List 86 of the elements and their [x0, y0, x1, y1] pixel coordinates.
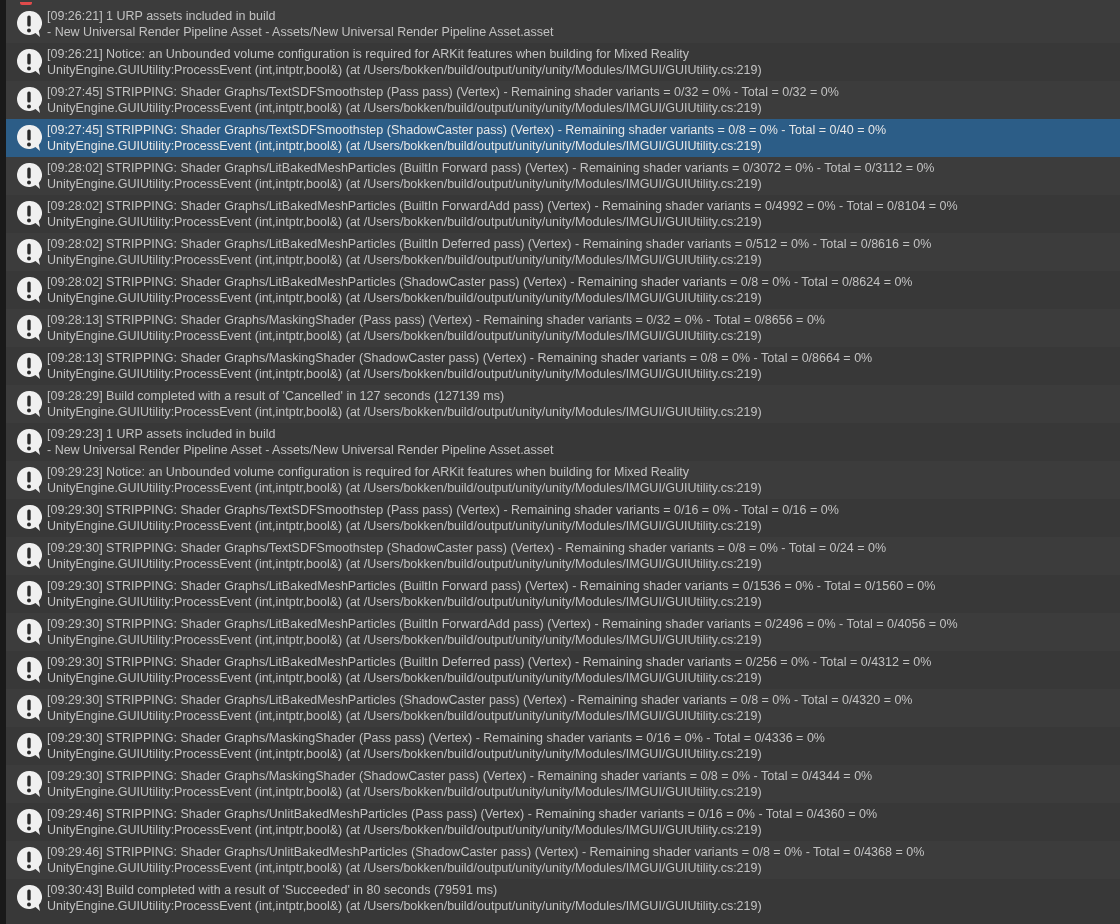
log-message: [09:26:21] 1 URP assets included in build — [47, 8, 277, 24]
info-icon — [16, 352, 42, 380]
info-icon — [16, 504, 42, 532]
log-message: [09:29:23] Notice: an Unbounded volume configuration is required for ARKit features when building for Mixed Reality — [47, 464, 691, 480]
info-icon — [16, 162, 42, 190]
log-message: [09:28:13] STRIPPING: Shader Graphs/MaskingShader (Pass pass) (Vertex) - Remaining shader variants = 0/32 = 0% - Total = 0/8656 = 0% — [47, 312, 825, 328]
log-message: [09:29:30] STRIPPING: Shader Graphs/MaskingShader (Pass pass) (Vertex) - Remaining shader variants = 0/16 = 0% - Total = 0/4336 = 0% — [47, 730, 825, 746]
log-message: [09:29:30] STRIPPING: Shader Graphs/LitBakedMeshParticles (BuiltIn Deferred pass) (Vertex) - Remaining shader variants = 0/256 = 0% - Total = 0/4312 = 0% — [47, 654, 932, 670]
log-message: [09:27:45] STRIPPING: Shader Graphs/TextSDFSmoothstep (Pass pass) (Vertex) - Remaining shader variants = 0/32 = 0% - Total = 0/32 = 0% — [47, 84, 839, 100]
log-detail: UnityEngine.GUIUtility:ProcessEvent (int,intptr,bool&) (at /Users/bokken/build/output/unity/unity/Modules/IMGUI/GUIUtility.cs:219) — [47, 100, 763, 116]
info-icon — [16, 48, 42, 76]
info-icon — [16, 770, 42, 798]
log-detail: UnityEngine.GUIUtility:ProcessEvent (int,intptr,bool&) (at /Users/bokken/build/output/unity/unity/Modules/IMGUI/GUIUtility.cs:219) — [47, 860, 763, 876]
log-detail: UnityEngine.GUIUtility:ProcessEvent (int,intptr,bool&) (at /Users/bokken/build/output/unity/unity/Modules/IMGUI/GUIUtility.cs:219) — [47, 366, 763, 382]
log-entry[interactable] — [6, 461, 1120, 499]
log-message: [09:29:30] STRIPPING: Shader Graphs/MaskingShader (ShadowCaster pass) (Vertex) - Remaining shader variants = 0/8 = 0% - Total = 0/4344 = 0% — [47, 768, 873, 784]
error-icon — [20, 2, 32, 5]
info-icon — [16, 694, 42, 722]
log-detail: - New Universal Render Pipeline Asset - Assets/New Universal Render Pipeline Asset.asset — [47, 24, 554, 40]
info-icon — [16, 542, 42, 570]
log-detail: UnityEngine.GUIUtility:ProcessEvent (int,intptr,bool&) (at /Users/bokken/build/output/unity/unity/Modules/IMGUI/GUIUtility.cs:219) — [47, 62, 762, 78]
log-message: [09:26:21] Notice: an Unbounded volume configuration is required for ARKit features when building for Mixed Reality — [47, 46, 691, 62]
log-entry[interactable] — [6, 233, 1120, 271]
log-message: [09:28:02] STRIPPING: Shader Graphs/LitBakedMeshParticles (BuiltIn Forward pass) (Vertex) - Remaining shader variants = 0/3072 = 0% - Total = 0/3112 = 0% — [47, 160, 935, 176]
info-icon — [16, 314, 42, 342]
info-icon — [16, 618, 42, 646]
log-detail: UnityEngine.GUIUtility:ProcessEvent (int,intptr,bool&) (at /Users/bokken/build/output/unity/unity/Modules/IMGUI/GUIUtility.cs:219) — [47, 290, 763, 306]
log-entry[interactable] — [6, 537, 1120, 575]
log-entry[interactable] — [6, 613, 1120, 651]
info-icon — [16, 580, 42, 608]
log-detail: UnityEngine.GUIUtility:ProcessEvent (int,intptr,bool&) (at /Users/bokken/build/output/unity/unity/Modules/IMGUI/GUIUtility.cs:219) — [47, 138, 763, 154]
log-detail: UnityEngine.GUIUtility:ProcessEvent (int,intptr,bool&) (at /Users/bokken/build/output/unity/unity/Modules/IMGUI/GUIUtility.cs:219) — [47, 670, 763, 686]
info-icon — [16, 124, 42, 152]
log-detail: UnityEngine.GUIUtility:ProcessEvent (int,intptr,bool&) (at /Users/bokken/build/output/unity/unity/Modules/IMGUI/GUIUtility.cs:219) — [47, 556, 763, 572]
log-message: [09:29:46] STRIPPING: Shader Graphs/UnlitBakedMeshParticles (ShadowCaster pass) (Vertex) - Remaining shader variants = 0/8 = 0% - Total = 0/4368 = 0% — [47, 844, 925, 860]
log-message: [09:30:43] Build completed with a result of 'Succeeded' in 80 seconds (79591 ms) — [47, 882, 499, 898]
log-message: [09:28:02] STRIPPING: Shader Graphs/LitBakedMeshParticles (ShadowCaster pass) (Vertex) - Remaining shader variants = 0/8 = 0% - Total = 0/8624 = 0% — [47, 274, 913, 290]
log-detail: UnityEngine.GUIUtility:ProcessEvent (int,intptr,bool&) (at /Users/bokken/build/output/unity/unity/Modules/IMGUI/GUIUtility.cs:219) — [47, 822, 763, 838]
log-detail: UnityEngine.GUIUtility:ProcessEvent (int,intptr,bool&) (at /Users/bokken/build/output/unity/unity/Modules/IMGUI/GUIUtility.cs:219) — [47, 708, 763, 724]
log-entry[interactable] — [6, 119, 1120, 157]
log-detail: UnityEngine.GUIUtility:ProcessEvent (int,intptr,bool&) (at /Users/bokken/build/output/unity/unity/Modules/IMGUI/GUIUtility.cs:219) — [47, 898, 762, 914]
log-detail: UnityEngine.GUIUtility:ProcessEvent (int,intptr,bool&) (at /Users/bokken/build/output/unity/unity/Modules/IMGUI/GUIUtility.cs:219) — [47, 594, 763, 610]
info-icon — [16, 884, 42, 912]
log-message: [09:29:30] STRIPPING: Shader Graphs/TextSDFSmoothstep (ShadowCaster pass) (Vertex) - Remaining shader variants = 0/8 = 0% - Total = 0/24 = 0% — [47, 540, 887, 556]
log-detail: UnityEngine.GUIUtility:ProcessEvent (int,intptr,bool&) (at /Users/bokken/build/output/unity/unity/Modules/IMGUI/GUIUtility.cs:219) — [47, 632, 763, 648]
log-detail: UnityEngine.GUIUtility:ProcessEvent (int,intptr,bool&) (at /Users/bokken/build/output/unity/unity/Modules/IMGUI/GUIUtility.cs:219) — [47, 480, 762, 496]
info-icon — [16, 238, 42, 266]
log-message: [09:29:23] 1 URP assets included in build — [47, 426, 277, 442]
log-message: [09:29:30] STRIPPING: Shader Graphs/LitBakedMeshParticles (BuiltIn ForwardAdd pass) (Vertex) - Remaining shader variants = 0/2496 = 0% - Total = 0/4056 = 0% — [47, 616, 958, 632]
info-icon — [16, 86, 42, 114]
log-message: [09:29:46] STRIPPING: Shader Graphs/UnlitBakedMeshParticles (Pass pass) (Vertex) - Remaining shader variants = 0/16 = 0% - Total = 0/4360 = 0% — [47, 806, 878, 822]
info-icon — [16, 846, 42, 874]
log-message: [09:28:13] STRIPPING: Shader Graphs/MaskingShader (ShadowCaster pass) (Vertex) - Remaining shader variants = 0/8 = 0% - Total = 0/8664 = 0% — [47, 350, 873, 366]
info-icon — [16, 428, 42, 456]
log-message: [09:29:30] STRIPPING: Shader Graphs/LitBakedMeshParticles (ShadowCaster pass) (Vertex) - Remaining shader variants = 0/8 = 0% - Total = 0/4320 = 0% — [47, 692, 913, 708]
log-entry[interactable] — [6, 81, 1120, 119]
log-entry[interactable] — [6, 689, 1120, 727]
log-message: [09:29:30] STRIPPING: Shader Graphs/TextSDFSmoothstep (Pass pass) (Vertex) - Remaining shader variants = 0/16 = 0% - Total = 0/16 = 0% — [47, 502, 839, 518]
info-icon — [16, 656, 42, 684]
log-entry[interactable] — [6, 309, 1120, 347]
log-entry[interactable] — [6, 157, 1120, 195]
log-detail: UnityEngine.GUIUtility:ProcessEvent (int,intptr,bool&) (at /Users/bokken/build/output/unity/unity/Modules/IMGUI/GUIUtility.cs:219) — [47, 176, 763, 192]
log-message: [09:27:45] STRIPPING: Shader Graphs/TextSDFSmoothstep (ShadowCaster pass) (Vertex) - Remaining shader variants = 0/8 = 0% - Total = 0/40 = 0% — [47, 122, 887, 138]
info-icon — [16, 10, 42, 38]
log-detail: UnityEngine.GUIUtility:ProcessEvent (int,intptr,bool&) (at /Users/bokken/build/output/unity/unity/Modules/IMGUI/GUIUtility.cs:219) — [47, 746, 763, 762]
log-detail: UnityEngine.GUIUtility:ProcessEvent (int,intptr,bool&) (at /Users/bokken/build/output/unity/unity/Modules/IMGUI/GUIUtility.cs:219) — [47, 328, 763, 344]
log-detail: - New Universal Render Pipeline Asset - Assets/New Universal Render Pipeline Asset.asset — [47, 442, 554, 458]
info-icon — [16, 732, 42, 760]
log-entry[interactable] — [6, 385, 1120, 423]
info-icon — [16, 466, 42, 494]
info-icon — [16, 200, 42, 228]
log-detail: UnityEngine.GUIUtility:ProcessEvent (int,intptr,bool&) (at /Users/bokken/build/output/unity/unity/Modules/IMGUI/GUIUtility.cs:219) — [47, 404, 762, 420]
log-detail: UnityEngine.GUIUtility:ProcessEvent (int,intptr,bool&) (at /Users/bokken/build/output/unity/unity/Modules/IMGUI/GUIUtility.cs:219) — [47, 214, 763, 230]
log-detail: UnityEngine.GUIUtility:ProcessEvent (int,intptr,bool&) (at /Users/bokken/build/output/unity/unity/Modules/IMGUI/GUIUtility.cs:219) — [47, 252, 763, 268]
log-detail: UnityEngine.GUIUtility:ProcessEvent (int,intptr,bool&) (at /Users/bokken/build/output/unity/unity/Modules/IMGUI/GUIUtility.cs:219) — [47, 518, 763, 534]
info-icon — [16, 808, 42, 836]
log-message: [09:28:02] STRIPPING: Shader Graphs/LitBakedMeshParticles (BuiltIn Deferred pass) (Vertex) - Remaining shader variants = 0/512 = 0% - Total = 0/8616 = 0% — [47, 236, 932, 252]
log-entry[interactable]: [09:26:21] 1 URP assets included in build - New Universal Render Pipeline Asset - Assets/New Universal Render Pipeline Asset.asset — [6, 5, 1120, 43]
info-icon — [16, 390, 42, 418]
log-entry[interactable] — [6, 765, 1120, 803]
log-entry[interactable] — [6, 841, 1120, 879]
log-message: [09:28:02] STRIPPING: Shader Graphs/LitBakedMeshParticles (BuiltIn ForwardAdd pass) (Vertex) - Remaining shader variants = 0/4992 = 0% - Total = 0/8104 = 0% — [47, 198, 958, 214]
log-message: [09:29:30] STRIPPING: Shader Graphs/LitBakedMeshParticles (BuiltIn Forward pass) (Vertex) - Remaining shader variants = 0/1536 = 0% - Total = 0/1560 = 0% — [47, 578, 936, 594]
info-icon — [16, 276, 42, 304]
log-message: [09:28:29] Build completed with a result of 'Cancelled' in 127 seconds (127139 ms) — [47, 388, 506, 404]
log-detail: UnityEngine.GUIUtility:ProcessEvent (int,intptr,bool&) (at /Users/bokken/build/output/unity/unity/Modules/IMGUI/GUIUtility.cs:219) — [47, 784, 763, 800]
